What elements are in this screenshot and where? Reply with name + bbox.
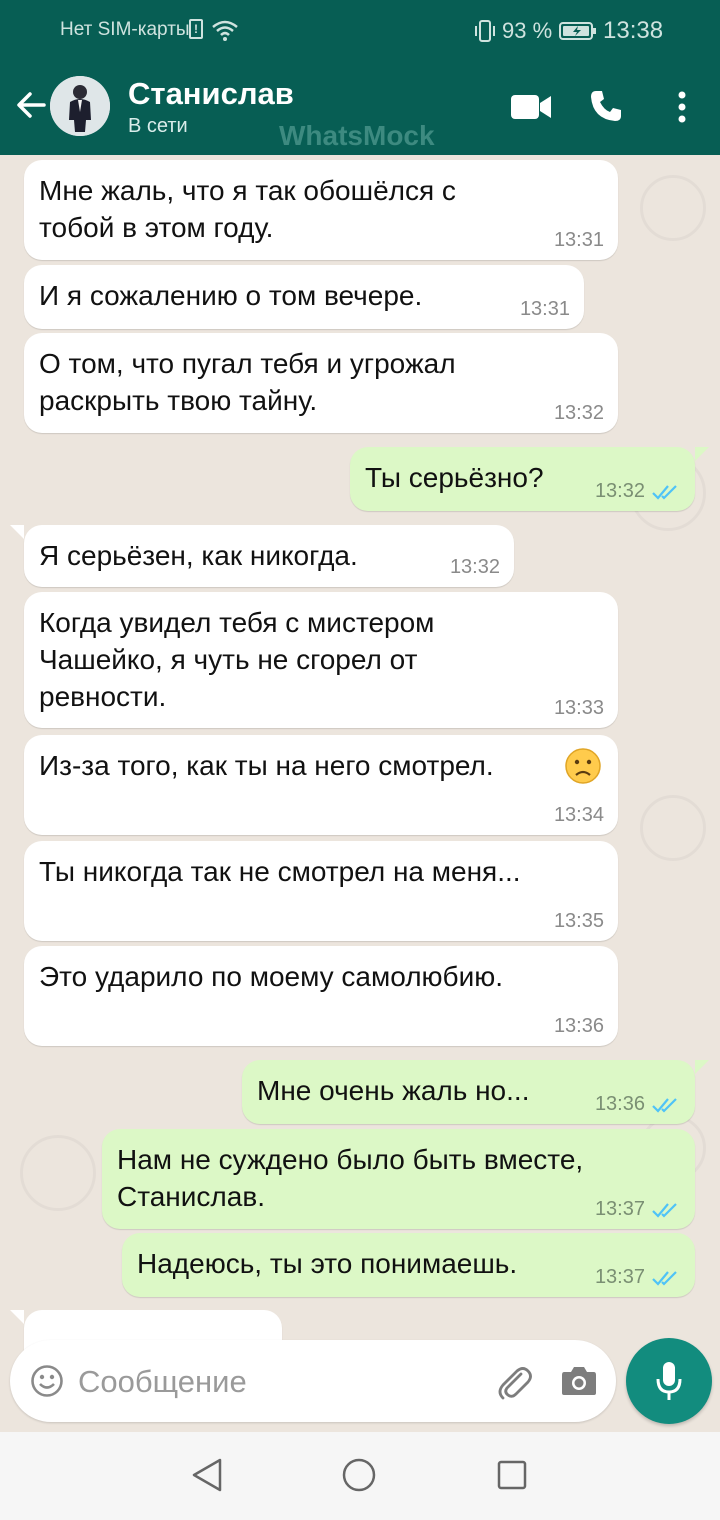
bubble-tail [10,1310,24,1324]
sim-alert-icon: ! [189,19,203,39]
wallpaper-doodle [640,175,706,241]
message-bubble[interactable]: Мне очень жаль но... 13:36 [242,1060,695,1124]
vibrate-icon [475,20,495,42]
sad-emoji-icon [565,748,601,784]
message-time: 13:31 [519,298,570,320]
nav-recent-apps-icon[interactable] [497,1460,527,1490]
message-meta: 13:36 [595,1093,681,1116]
avatar[interactable] [50,76,110,136]
wallpaper-doodle [20,1135,96,1211]
message-meta: 13:34 [554,804,604,827]
message-meta: 13:32 [554,402,604,425]
message-time: 13:36 [594,1093,645,1115]
watermark: WhatsMock [279,120,435,151]
system-nav-bar [0,1432,720,1520]
message-bubble[interactable]: Надеюсь, ты это понимаешь. 13:37 [122,1233,695,1297]
message-bubble[interactable]: Мне жаль, что я так обошёлся с тобой в э… [24,160,618,260]
message-time: 13:31 [553,229,604,251]
message-meta: 13:37 [595,1198,681,1221]
wallpaper-doodle [640,795,706,861]
message-bubble[interactable]: О том, что пугал тебя и угрожал раскрыть… [24,333,618,433]
message-meta: 13:33 [554,697,604,720]
message-meta: 13:32 [450,556,500,579]
message-bubble[interactable]: Нам не суждено было быть вместе, Станисл… [102,1129,695,1229]
message-composer [10,1340,616,1422]
contact-name[interactable]: Станислав [128,76,294,112]
more-vert-icon[interactable] [676,90,688,124]
message-bubble[interactable]: Это ударило по моему самолюбию. 13:36 [24,946,618,1046]
message-text: Мне жаль, что я так обошёлся с тобой в э… [39,175,456,243]
message-meta: 13:35 [554,910,604,933]
message-text: Ты серьёзно? [365,462,544,493]
phone-icon[interactable] [588,88,624,124]
message-time: 13:36 [553,1015,604,1037]
message-text: Когда увидел тебя с мистером Чашейко, я … [39,607,435,712]
message-time: 13:37 [594,1266,645,1288]
message-bubble[interactable]: Ты серьёзно? 13:32 [350,447,695,511]
battery-percent: 93 % [502,18,553,43]
chat-area[interactable]: Мне жаль, что я так обошёлся с тобой в э… [0,155,720,1431]
message-time: 13:34 [553,804,604,826]
message-meta: 13:37 [595,1266,681,1289]
message-bubble[interactable]: И я сожалению о том вечере. 13:31 [24,265,584,329]
message-time: 13:32 [553,402,604,424]
camera-icon[interactable] [560,1364,598,1398]
read-ticks-icon [652,1097,677,1113]
message-time: 13:37 [594,1198,645,1220]
read-ticks-icon [652,484,677,500]
message-bubble[interactable]: Когда увидел тебя с мистером Чашейко, я … [24,592,618,728]
message-bubble[interactable]: Ты никогда так не смотрел на меня... 13:… [24,841,618,941]
message-input[interactable] [76,1358,480,1406]
read-ticks-icon [652,1270,677,1286]
clock: 13:38 [603,17,664,44]
back-arrow-icon[interactable] [14,88,48,122]
message-time: 13:33 [553,697,604,719]
message-meta: 13:31 [554,229,604,252]
bubble-tail [10,525,24,539]
message-text: Нам не суждено было быть вместе, Станисл… [117,1144,584,1212]
message-text: Ты никогда так не смотрел на меня... [39,856,521,887]
attach-clip-icon[interactable] [494,1362,534,1402]
avatar-image [50,76,110,136]
message-text: Мне очень жаль но... [257,1075,530,1106]
video-call-icon[interactable] [510,93,552,121]
message-time: 13:32 [594,480,645,502]
voice-record-button[interactable] [626,1338,712,1424]
message-text: О том, что пугал тебя и угрожал раскрыть… [39,348,456,416]
bubble-tail [695,1060,709,1074]
mic-icon [656,1362,682,1400]
nav-back-icon[interactable] [190,1456,224,1494]
message-meta: 13:36 [554,1015,604,1038]
app-header: Нет SIM-карты ! 93 % 13:38 Станислав В с… [0,0,720,155]
read-ticks-icon [652,1202,677,1218]
message-text: И я сожалению о том вечере. [39,280,423,311]
bubble-tail [695,447,709,461]
emoji-icon[interactable] [30,1364,64,1398]
message-meta: 13:32 [595,480,681,503]
message-text: Из-за того, как ты на него смотрел. [39,750,494,781]
carrier-label: Нет SIM-карты [60,19,190,40]
contact-status: В сети [128,115,188,137]
message-meta: 13:31 [520,298,570,321]
message-text: Это ударило по моему самолюбию. [39,961,504,992]
wifi-icon [212,20,238,41]
message-time: 13:35 [553,910,604,932]
battery-icon [559,22,596,40]
message-text: Надеюсь, ты это понимаешь. [137,1248,518,1279]
message-bubble[interactable]: Из-за того, как ты на него смотрел. 13:3… [24,735,618,835]
message-time: 13:32 [449,556,500,578]
status-bar: Нет SIM-карты ! 93 % 13:38 [0,0,720,62]
nav-home-icon[interactable] [342,1458,376,1492]
message-bubble[interactable]: Я серьёзен, как никогда. 13:32 [24,525,514,587]
message-text: Я серьёзен, как никогда. [39,540,358,571]
